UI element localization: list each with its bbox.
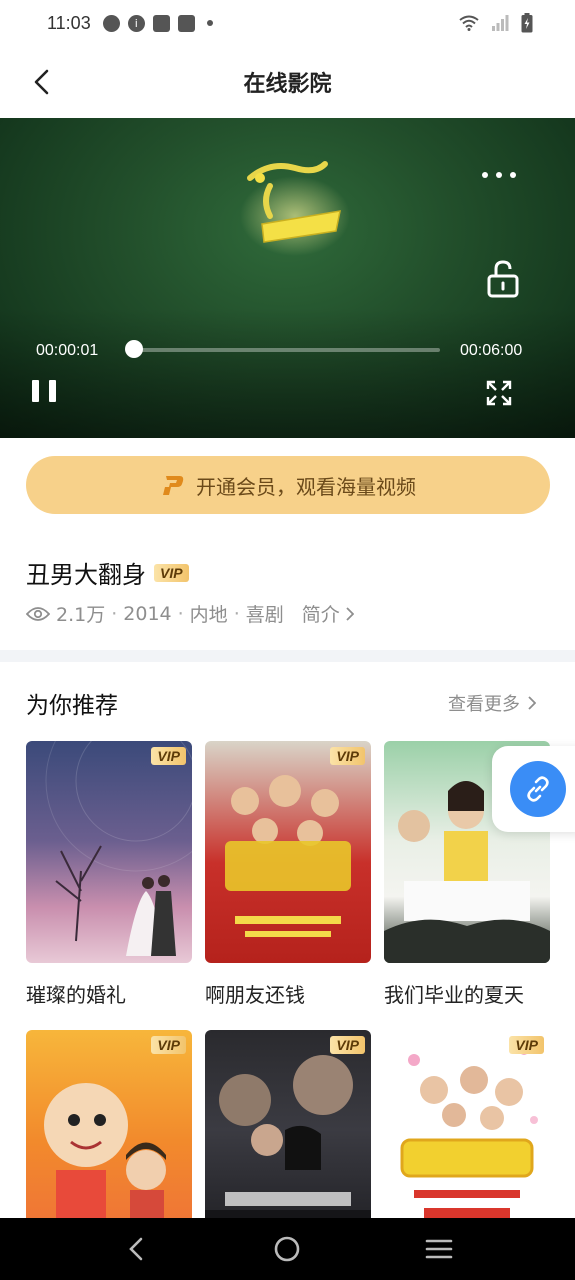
wifi-icon <box>459 15 479 31</box>
info-icon: i <box>127 14 145 32</box>
vip-badge: VIP <box>330 1036 365 1054</box>
back-button[interactable] <box>26 66 56 98</box>
poster-title: 我们毕业的夏天 <box>384 983 524 1007</box>
intro-link[interactable]: 简介 <box>302 600 354 627</box>
poster-image: VIP <box>26 741 192 963</box>
vip-badge: VIP <box>509 1036 544 1054</box>
poster-image: VIP <box>205 741 371 963</box>
meta-separator: · <box>111 602 118 625</box>
nav-home-icon <box>275 1236 300 1262</box>
recommend-card[interactable]: VIP 璀璨的婚礼 <box>26 741 192 1008</box>
more-notifications-icon <box>206 20 213 26</box>
meta-separator: · <box>177 602 184 625</box>
nav-menu-icon <box>425 1239 453 1259</box>
pause-button[interactable] <box>32 380 56 406</box>
vip-badge: VIP <box>151 747 186 765</box>
floating-link-button[interactable] <box>492 746 575 832</box>
nav-home-button[interactable] <box>267 1229 307 1269</box>
total-time: 00:06:00 <box>460 342 523 359</box>
progress-thumb[interactable] <box>124 340 143 358</box>
fullscreen-icon[interactable] <box>486 380 512 406</box>
movie-meta: 2.1万 · 2014 · 内地 · 喜剧 简介 <box>26 600 354 627</box>
system-nav-bar <box>0 1218 575 1280</box>
genre: 喜剧 <box>245 604 284 626</box>
notification-icon <box>102 14 120 32</box>
pause-icon <box>49 380 56 402</box>
nav-recents-button[interactable] <box>419 1229 459 1269</box>
region: 内地 <box>189 604 228 626</box>
chevron-left-icon <box>34 69 49 95</box>
vip-badge: VIP <box>154 563 189 582</box>
release-year: 2014 <box>123 602 172 625</box>
vip-membership-banner[interactable]: 开通会员，观看海量视频 <box>26 456 550 514</box>
poster-artwork <box>45 741 192 956</box>
current-time: 00:00:01 <box>36 342 99 359</box>
more-dots-icon <box>482 172 488 178</box>
page: 11:03 i 在线影院 00:00:01 00:06:00 开通会员，观看海量… <box>0 0 575 1280</box>
video-player[interactable]: 00:00:01 00:06:00 <box>0 118 575 438</box>
vip-badge: VIP <box>330 747 365 765</box>
see-more-link[interactable]: 查看更多 <box>448 690 536 716</box>
vip-badge: VIP <box>151 1036 186 1054</box>
studio-logo-emblem <box>240 161 350 256</box>
link-icon <box>527 776 549 802</box>
link-button-circle <box>510 761 566 817</box>
mail-icon <box>152 14 170 32</box>
chevron-right-icon <box>346 606 354 621</box>
nav-back-icon <box>128 1237 143 1261</box>
poster-artwork <box>225 775 351 937</box>
status-time: 11:03 <box>47 12 91 33</box>
meta-separator: · <box>233 602 240 625</box>
more-dots-icon <box>510 172 516 178</box>
movie-title-row: 丑男大翻身 VIP <box>26 555 189 590</box>
section-divider <box>0 650 575 662</box>
more-dots-icon <box>496 172 502 178</box>
eye-icon <box>26 606 50 621</box>
intro-label: 简介 <box>301 604 340 626</box>
see-more-label: 查看更多 <box>448 694 520 715</box>
poster-title: 璀璨的婚礼 <box>26 983 126 1007</box>
status-notification-icons: i <box>102 14 213 32</box>
vip-banner-text: 开通会员，观看海量视频 <box>196 474 416 499</box>
chevron-right-icon <box>528 696 536 710</box>
page-title: 在线影院 <box>243 72 332 97</box>
poster-title: 啊朋友还钱 <box>205 983 305 1007</box>
status-bar: 11:03 i <box>0 0 575 46</box>
recommend-title: 为你推荐 <box>26 693 118 719</box>
header: 在线影院 <box>0 46 575 118</box>
player-controls-overlay <box>0 308 575 438</box>
pause-icon <box>32 380 39 402</box>
movie-title: 丑男大翻身 <box>26 561 146 589</box>
unlock-icon[interactable] <box>482 258 524 298</box>
more-options-button[interactable] <box>476 162 522 188</box>
status-system-icons <box>459 13 533 33</box>
vip-logo-icon <box>163 476 184 495</box>
view-count: 2.1万 <box>56 604 106 626</box>
progress-bar[interactable] <box>130 348 440 352</box>
nav-back-button[interactable] <box>116 1229 156 1269</box>
mail-icon <box>177 14 195 32</box>
signal-icon <box>492 15 509 31</box>
recommend-card[interactable]: VIP 啊朋友还钱 <box>205 741 371 1008</box>
battery-icon <box>521 13 533 33</box>
